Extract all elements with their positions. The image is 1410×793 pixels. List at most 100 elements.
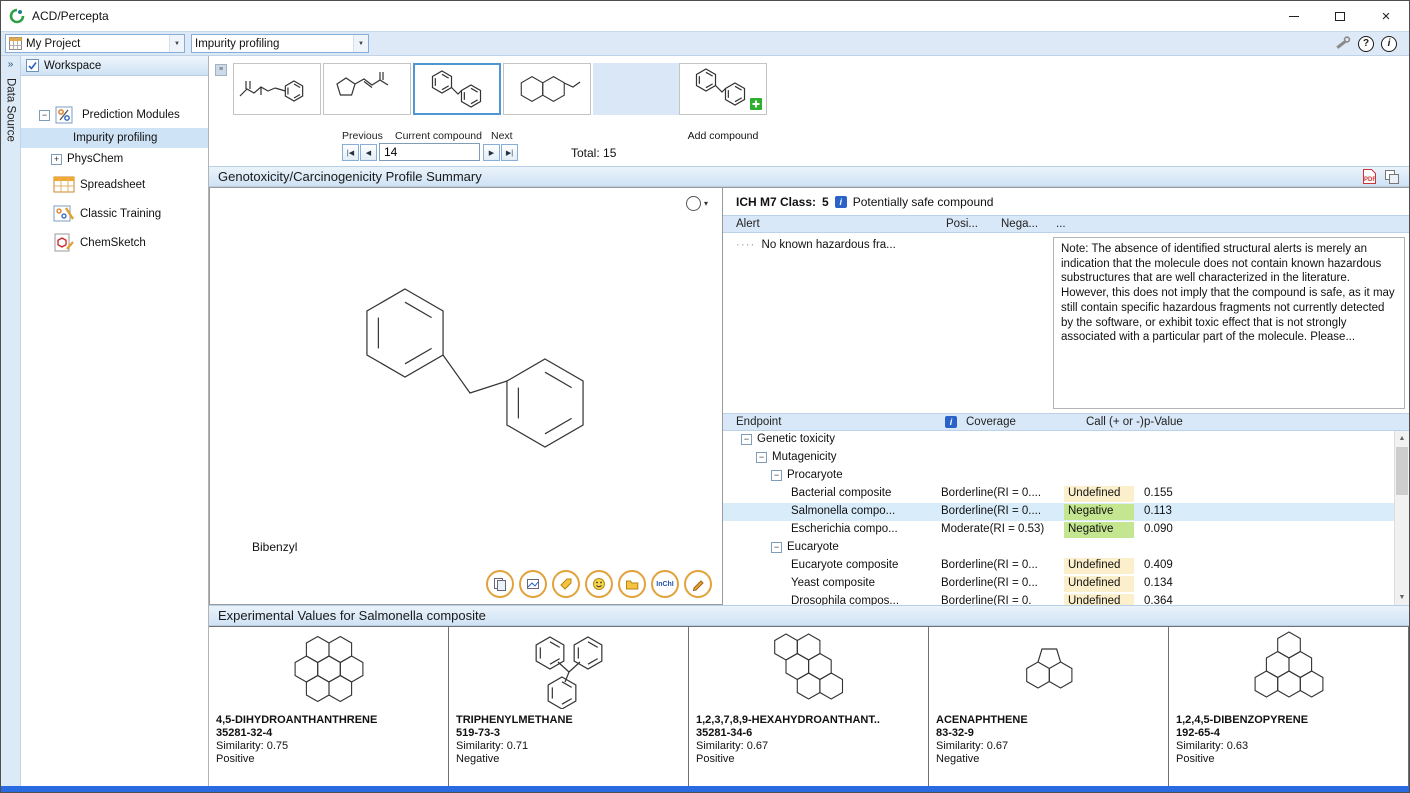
- experimental-card[interactable]: TRIPHENYLMETHANE 519-73-3 Similarity: 0.…: [449, 627, 689, 786]
- card-similarity: Similarity: 0.75: [216, 740, 441, 753]
- view-options-dropdown[interactable]: ▾: [686, 196, 708, 211]
- module-select[interactable]: Impurity profiling ▼: [191, 34, 369, 53]
- endpoint-row[interactable]: Bacterial composite Borderline(RI = 0...…: [723, 485, 1394, 503]
- compound-thumbnail-selected[interactable]: [413, 63, 501, 115]
- info-icon[interactable]: i: [835, 196, 847, 208]
- card-structure: [929, 627, 1168, 711]
- endpoint-label: Yeast composite: [791, 577, 875, 589]
- card-structure: [1169, 627, 1408, 711]
- dropdown-arrow-icon[interactable]: ▼: [169, 35, 184, 52]
- endpoint-coverage: Borderline(RI = 0...: [941, 559, 1038, 571]
- copy-summary-icon[interactable]: [1384, 169, 1400, 185]
- add-compound-thumbnail[interactable]: [679, 63, 767, 115]
- export-pdf-icon[interactable]: PDF: [1362, 168, 1377, 185]
- app-logo-icon: [9, 8, 25, 24]
- next-compound-button[interactable]: ▶: [483, 144, 500, 161]
- expand-panel-icon[interactable]: »: [8, 59, 14, 70]
- inchi-label: InChI: [656, 581, 674, 588]
- experimental-card[interactable]: 1,2,4,5-DIBENZOPYRENE 192-65-4 Similarit…: [1169, 627, 1409, 786]
- sidebar-item-impurity-profiling[interactable]: Impurity profiling: [21, 128, 208, 148]
- endpoint-row[interactable]: Eucaryote composite Borderline(RI = 0...…: [723, 557, 1394, 575]
- sidebar-item-chemsketch[interactable]: ChemSketch: [21, 228, 208, 257]
- workspace-icon: [26, 59, 39, 72]
- tag-button[interactable]: [552, 570, 580, 598]
- copy-image-button[interactable]: [519, 570, 547, 598]
- compound-thumbnail[interactable]: [503, 63, 591, 115]
- endpoint-group-row[interactable]: −Mutagenicity: [723, 449, 1394, 467]
- scroll-down-icon[interactable]: ▼: [1395, 590, 1409, 605]
- sidebar-item-classic-training[interactable]: Classic Training: [21, 199, 208, 228]
- window-title: ACD/Percepta: [32, 9, 109, 23]
- svg-text:PDF: PDF: [1364, 177, 1376, 183]
- module-select-value: Impurity profiling: [195, 38, 279, 50]
- coverage-column: Coverage: [966, 416, 1016, 428]
- endpoint-group-row[interactable]: −Procaryote: [723, 467, 1394, 485]
- endpoint-label: Eucaryote: [787, 541, 839, 553]
- card-structure: [449, 627, 688, 711]
- previous-label: Previous: [342, 130, 383, 142]
- next-label: Next: [491, 130, 513, 142]
- export-folder-button[interactable]: [618, 570, 646, 598]
- endpoint-group-row[interactable]: −Eucaryote: [723, 539, 1394, 557]
- dropdown-arrow-icon[interactable]: ▼: [353, 35, 368, 52]
- expand-icon[interactable]: +: [51, 154, 62, 165]
- scrollbar[interactable]: ▲ ▼: [1394, 431, 1409, 605]
- experimental-card[interactable]: 4,5-DIHYDROANTHANTHRENE 35281-32-4 Simil…: [209, 627, 449, 786]
- last-compound-button[interactable]: ▶|: [501, 144, 518, 161]
- collapse-icon[interactable]: −: [771, 542, 782, 553]
- collapse-icon[interactable]: −: [771, 470, 782, 481]
- compound-thumbnail[interactable]: [233, 63, 321, 115]
- sidebar-item-label: Prediction Modules: [82, 109, 180, 121]
- endpoint-call: Undefined: [1064, 486, 1134, 502]
- sidebar-item-physchem[interactable]: + PhysChem: [21, 148, 208, 170]
- minimize-button[interactable]: [1271, 1, 1317, 31]
- smiley-button[interactable]: [585, 570, 613, 598]
- compound-thumbnail[interactable]: [323, 63, 411, 115]
- first-compound-button[interactable]: |◀: [342, 144, 359, 161]
- experimental-card[interactable]: 1,2,3,7,8,9-HEXAHYDROANTHANT.. 35281-34-…: [689, 627, 929, 786]
- sidebar-item-spreadsheet[interactable]: Spreadsheet: [21, 170, 208, 199]
- positive-column: Posi...: [946, 218, 978, 230]
- scrollbar-thumb[interactable]: [1396, 447, 1408, 495]
- summary-title: Genotoxicity/Carcinogenicity Profile Sum…: [218, 169, 482, 184]
- ich-m7-text: Potentially safe compound: [853, 195, 994, 209]
- structure-viewer[interactable]: ▾ Bibenzyl: [209, 187, 723, 605]
- scroll-up-icon[interactable]: ▲: [1395, 431, 1409, 446]
- tree-line-icon: ····: [736, 239, 755, 251]
- tools-icon[interactable]: [1334, 35, 1351, 52]
- experimental-title: Experimental Values for Salmonella compo…: [218, 608, 486, 623]
- previous-compound-button[interactable]: ◀: [360, 144, 377, 161]
- project-select[interactable]: My Project ▼: [5, 34, 185, 53]
- card-similarity: Similarity: 0.71: [456, 740, 681, 753]
- current-compound-input[interactable]: [379, 143, 480, 161]
- ich-m7-label: ICH M7 Class:: [736, 195, 816, 209]
- endpoint-row[interactable]: Escherichia compo... Moderate(RI = 0.53)…: [723, 521, 1394, 539]
- compound-slot-empty[interactable]: [593, 63, 679, 115]
- collapse-icon[interactable]: −: [756, 452, 767, 463]
- card-cas: 519-73-3: [456, 727, 681, 740]
- dropdown-arrow-icon: ▾: [704, 199, 708, 208]
- endpoint-row-selected[interactable]: Salmonella compo... Borderline(RI = 0...…: [723, 503, 1394, 521]
- card-call: Negative: [936, 753, 1161, 766]
- copy-structure-button[interactable]: [486, 570, 514, 598]
- about-icon[interactable]: i: [1381, 36, 1397, 52]
- maximize-button[interactable]: [1317, 1, 1363, 31]
- alert-row[interactable]: ···· No known hazardous fra...: [736, 239, 896, 251]
- data-source-tab[interactable]: Data Source: [5, 78, 17, 142]
- collapse-icon[interactable]: −: [39, 110, 50, 121]
- endpoint-row[interactable]: Yeast composite Borderline(RI = 0... Und…: [723, 575, 1394, 593]
- endpoint-group-row[interactable]: −Genetic toxicity: [723, 431, 1394, 449]
- strip-menu-icon[interactable]: ≡: [215, 64, 227, 76]
- collapse-icon[interactable]: −: [741, 434, 752, 445]
- project-table-icon: [9, 37, 22, 50]
- workspace-header[interactable]: Workspace: [21, 56, 208, 76]
- endpoint-row[interactable]: Drosophila compos... Borderline(RI = 0. …: [723, 593, 1394, 605]
- sidebar-item-prediction-modules[interactable]: − Prediction Modules: [21, 102, 208, 128]
- more-column: ...: [1056, 218, 1066, 230]
- close-button[interactable]: ×: [1363, 1, 1409, 31]
- edit-structure-button[interactable]: [684, 570, 712, 598]
- inchi-button[interactable]: InChI: [651, 570, 679, 598]
- info-icon[interactable]: i: [945, 416, 957, 428]
- help-icon[interactable]: ?: [1358, 36, 1374, 52]
- experimental-card[interactable]: ACENAPHTHENE 83-32-9 Similarity: 0.67 Ne…: [929, 627, 1169, 786]
